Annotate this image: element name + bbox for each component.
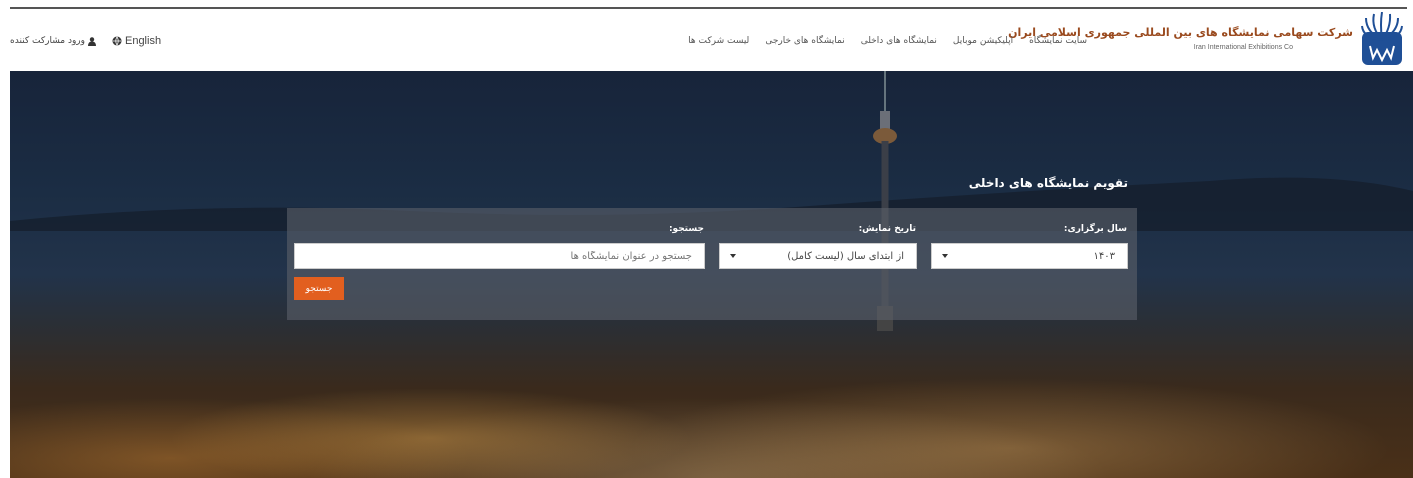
menu-item-exhibition-site[interactable]: سایت نمایشگاه bbox=[1029, 36, 1087, 46]
language-link-label: English bbox=[124, 35, 162, 47]
menu-item-foreign-exhibitions[interactable]: نمایشگاه های خارجی bbox=[765, 36, 844, 46]
top-border bbox=[0, 0, 1413, 9]
navbar: شرکت سهامی نمایشگاه های بین المللی جمهور… bbox=[10, 9, 1407, 71]
page-title: تقویم نمایشگاه های داخلی bbox=[968, 176, 1128, 190]
menu-item-mobile-app[interactable]: اپلیکیشن موبایل bbox=[953, 36, 1013, 46]
year-select[interactable]: ۱۴۰۳ bbox=[931, 243, 1128, 269]
chevron-down-icon bbox=[730, 254, 736, 258]
iran-exhibitions-logo[interactable] bbox=[1361, 12, 1403, 66]
chevron-down-icon bbox=[942, 254, 948, 258]
date-select-value: از ابتدای سال (لیست کامل) bbox=[787, 250, 904, 262]
language-link[interactable]: English bbox=[112, 35, 161, 47]
menu-item-domestic-exhibitions[interactable]: نمایشگاه های داخلی bbox=[861, 36, 937, 46]
login-link[interactable]: ورود مشارکت کننده bbox=[10, 35, 96, 47]
search-input[interactable] bbox=[294, 243, 705, 269]
utility-links: ورود مشارکت کننده English bbox=[10, 35, 161, 47]
user-icon bbox=[87, 36, 96, 46]
date-select[interactable]: از ابتدای سال (لیست کامل) bbox=[719, 243, 917, 269]
year-select-value: ۱۴۰۳ bbox=[1093, 250, 1115, 262]
year-label: سال برگزاری: bbox=[1063, 224, 1127, 234]
main-menu: سایت نمایشگاه اپلیکیشن موبایل نمایشگاه ه… bbox=[688, 36, 1087, 46]
date-label: تاریخ نمایش: bbox=[858, 224, 916, 234]
search-label: جستجو: bbox=[668, 224, 704, 234]
menu-item-company-list[interactable]: لیست شرکت ها bbox=[688, 36, 749, 46]
login-link-label: ورود مشارکت کننده bbox=[10, 36, 85, 46]
search-panel: سال برگزاری: ۱۴۰۳ تاریخ نمایش: از ابتدای… bbox=[287, 208, 1137, 320]
globe-icon bbox=[112, 36, 122, 46]
search-button[interactable]: جستجو bbox=[294, 277, 344, 300]
